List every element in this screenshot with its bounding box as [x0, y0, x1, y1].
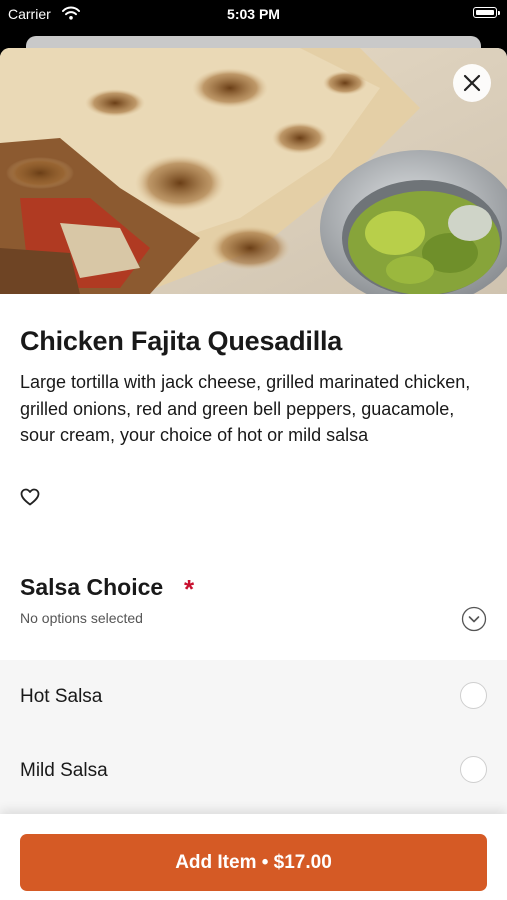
modifier-group-subtitle: No options selected [20, 610, 143, 626]
battery-icon [473, 7, 500, 18]
item-photo [0, 48, 507, 294]
salsa-options-list: Hot Salsa Mild Salsa [0, 660, 507, 820]
heart-outline-icon [20, 488, 40, 506]
item-description: Large tortilla with jack cheese, grilled… [20, 372, 471, 445]
option-label: Mild Salsa [20, 760, 108, 781]
option-row-hot-salsa[interactable]: Hot Salsa [0, 660, 507, 734]
chevron-down-circle-icon[interactable] [461, 606, 487, 632]
status-bar: Carrier 5:03 PM [0, 0, 507, 30]
footer-bar: Add Item • $17.00 [0, 814, 507, 900]
option-label: Hot Salsa [20, 686, 103, 707]
close-button[interactable] [453, 64, 491, 102]
radio-button[interactable] [460, 756, 487, 783]
status-time: 5:03 PM [227, 6, 280, 22]
radio-button[interactable] [460, 682, 487, 709]
favorite-button[interactable] [20, 488, 42, 508]
option-row-mild-salsa[interactable]: Mild Salsa [0, 734, 507, 808]
modifier-group-title: Salsa Choice [20, 574, 164, 600]
close-icon [463, 74, 481, 92]
item-detail-sheet: Chicken Fajita Quesadilla Large tortilla… [0, 48, 507, 900]
add-item-button[interactable]: Add Item • $17.00 [20, 834, 487, 891]
required-indicator: * [184, 574, 195, 604]
salsa-choice-header[interactable]: Salsa Choice * No options selected [0, 568, 507, 658]
item-title: Chicken Fajita Quesadilla [20, 326, 343, 356]
